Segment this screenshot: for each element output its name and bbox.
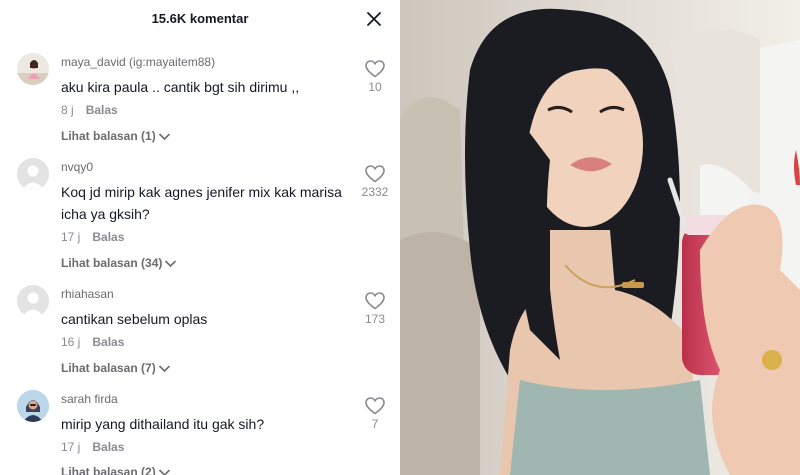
reply-button[interactable]: Balas [92, 335, 124, 349]
heart-outline-icon [365, 397, 385, 415]
comment-count-title: 15.6K komentar [151, 11, 249, 26]
comment-text: cantikan sebelum oplas [61, 311, 208, 327]
like-button[interactable]: 7 [360, 397, 390, 431]
comment-username[interactable]: maya_david (ig:mayaitem88) [61, 55, 215, 69]
comment-time: 17 j [61, 230, 81, 244]
heart-outline-icon [365, 60, 385, 78]
like-count: 7 [371, 417, 379, 431]
comments-header: 15.6K komentar [0, 0, 400, 38]
comment-text: aku kira paula .. cantik bgt sih dirimu … [61, 79, 300, 95]
chevron-down-icon [165, 260, 177, 267]
comment-time: 8 j [61, 103, 74, 117]
view-replies-label: Lihat balasan (34) [61, 256, 163, 270]
avatar[interactable] [17, 53, 49, 85]
like-button[interactable]: 10 [360, 60, 390, 94]
like-button[interactable]: 2332 [358, 165, 392, 199]
view-replies-label: Lihat balasan (2) [61, 465, 156, 475]
chevron-down-icon [158, 365, 170, 372]
like-button[interactable]: 173 [360, 292, 390, 326]
like-count: 2332 [361, 185, 389, 199]
view-replies-button[interactable]: Lihat balasan (7) [61, 361, 170, 375]
avatar[interactable] [17, 158, 49, 190]
comment-time: 16 j [61, 335, 81, 349]
comment-meta: 17 j Balas [61, 230, 124, 244]
chevron-down-icon [158, 469, 170, 475]
chevron-down-icon [158, 133, 170, 140]
comment-time: 17 j [61, 440, 81, 454]
video-still [400, 0, 800, 475]
comment-meta: 16 j Balas [61, 335, 124, 349]
like-count: 173 [364, 312, 386, 326]
view-replies-label: Lihat balasan (7) [61, 361, 156, 375]
close-button[interactable] [364, 9, 384, 29]
view-replies-label: Lihat balasan (1) [61, 129, 156, 143]
avatar[interactable] [17, 285, 49, 317]
comment-username[interactable]: nvqy0 [61, 160, 93, 174]
comment-text: mirip yang dithailand itu gak sih? [61, 416, 265, 432]
view-replies-button[interactable]: Lihat balasan (34) [61, 256, 177, 270]
like-count: 10 [368, 80, 382, 94]
comment-username[interactable]: rhiahasan [61, 287, 114, 301]
comment-meta: 8 j Balas [61, 103, 118, 117]
comments-panel: 15.6K komentar maya_david (ig:mayaitem88… [0, 0, 400, 475]
heart-outline-icon [365, 165, 385, 183]
reply-button[interactable]: Balas [86, 103, 118, 117]
view-replies-button[interactable]: Lihat balasan (2) [61, 465, 170, 475]
reply-button[interactable]: Balas [92, 230, 124, 244]
close-icon [367, 12, 381, 26]
reply-button[interactable]: Balas [92, 440, 124, 454]
comment-meta: 17 j Balas [61, 440, 124, 454]
comment-text: Koq jd mirip kak agnes jenifer mix kak m… [61, 184, 342, 222]
comment-username[interactable]: sarah firda [61, 392, 118, 406]
heart-outline-icon [365, 292, 385, 310]
avatar[interactable] [17, 390, 49, 422]
view-replies-button[interactable]: Lihat balasan (1) [61, 129, 170, 143]
video-frame[interactable] [400, 0, 800, 475]
